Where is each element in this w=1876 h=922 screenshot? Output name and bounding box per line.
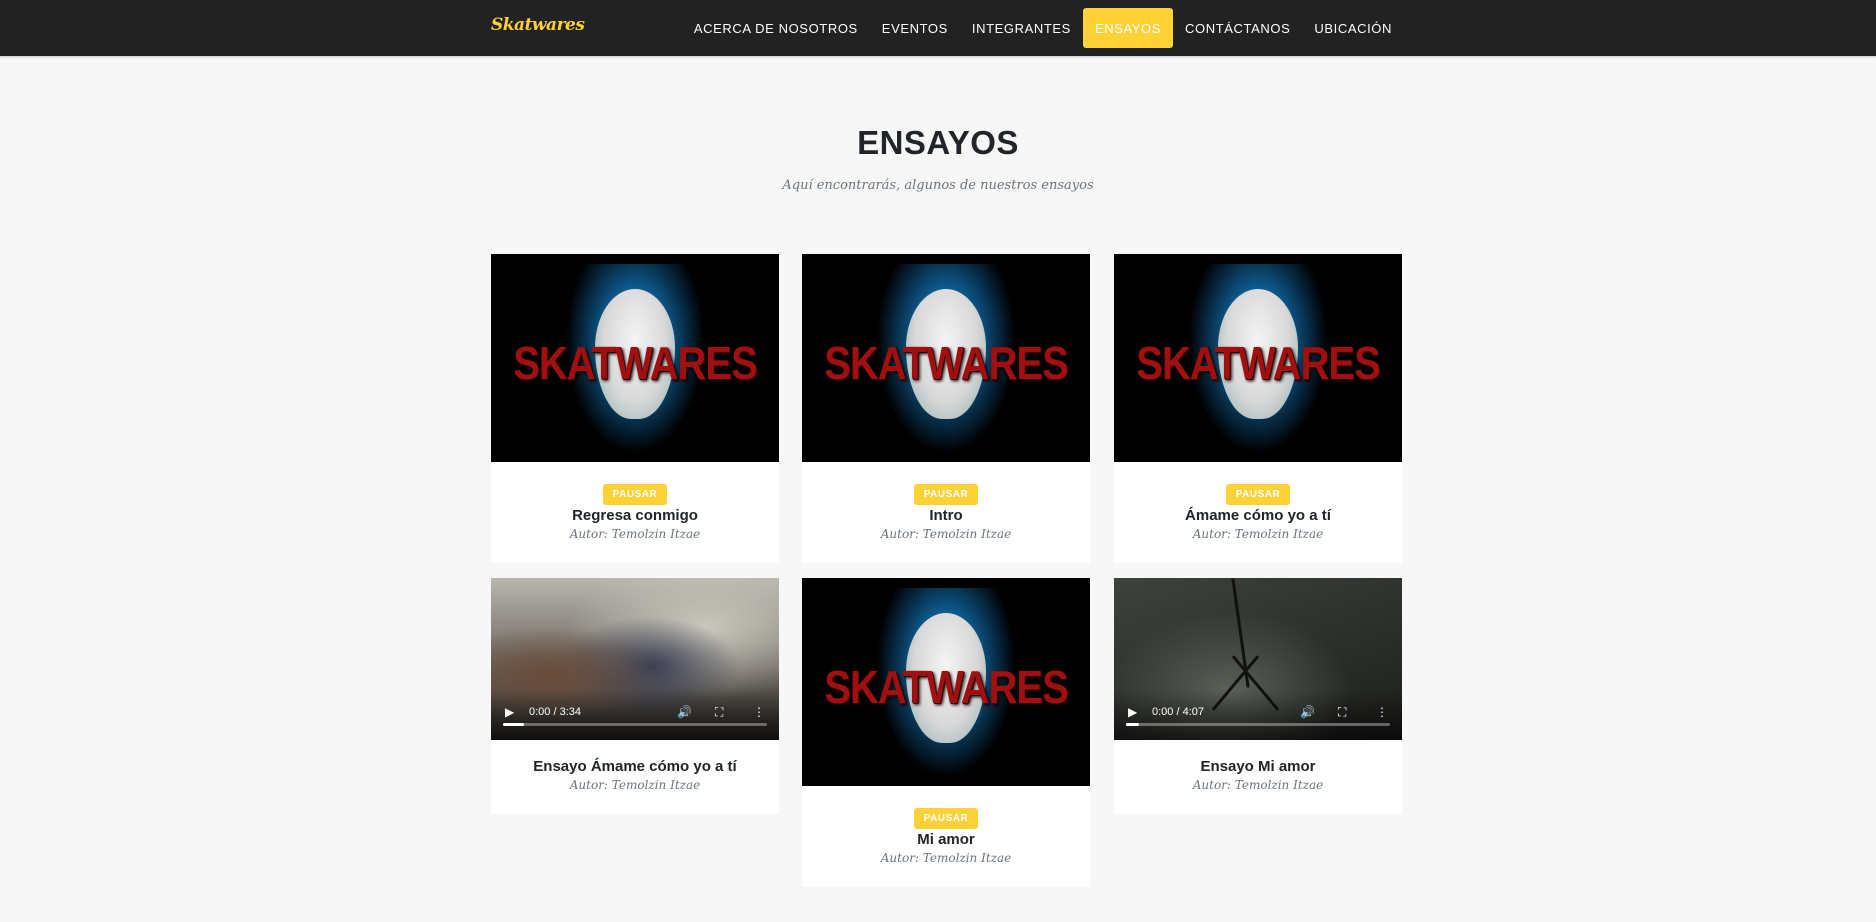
- logo-text: SKATWARES: [824, 662, 1069, 714]
- card-title: Intro: [929, 507, 963, 524]
- card-title: Ámame cómo yo a tí: [1185, 507, 1331, 524]
- card-body: PAUSAR Ámame cómo yo a tí Autor: Temolzi…: [1114, 462, 1402, 563]
- card-title: Mi amor: [917, 831, 975, 848]
- band-logo-image[interactable]: SKATWARES: [1114, 254, 1402, 462]
- more-vertical-icon[interactable]: ⋮: [1376, 705, 1388, 719]
- band-logo-image[interactable]: SKATWARES: [491, 254, 779, 462]
- section-title: ENSAYOS: [857, 124, 1019, 161]
- card-body: Ensayo Mi amor Autor: Temolzin Itzae: [1114, 740, 1402, 814]
- card-title: Ensayo Ámame cómo yo a tí: [533, 758, 737, 775]
- more-vertical-icon[interactable]: ⋮: [753, 705, 765, 719]
- section-subtitle: Aquí encontrarás, algunos de nuestros en…: [782, 178, 1094, 193]
- rehearsal-card: SKATWARES PAUSAR Intro Autor: Temolzin I…: [802, 254, 1090, 563]
- card-author: Autor: Temolzin Itzae: [880, 527, 1012, 541]
- band-logo-image[interactable]: SKATWARES: [802, 578, 1090, 786]
- video-controls: ▶ 0:00 / 3:34 🔊 ⛶ ⋮: [491, 690, 779, 740]
- nav-item-ubicacion[interactable]: Ubicación: [1302, 8, 1404, 48]
- pause-button[interactable]: PAUSAR: [913, 484, 979, 505]
- card-body: Ensayo Ámame cómo yo a tí Autor: Temolzi…: [491, 740, 779, 814]
- play-icon[interactable]: ▶: [505, 705, 514, 719]
- rehearsal-card: SKATWARES PAUSAR Ámame cómo yo a tí Auto…: [1114, 254, 1402, 563]
- nav-menu: Acerca de nosotros Eventos Integrantes E…: [682, 8, 1404, 48]
- nav-item-contactanos[interactable]: Contáctanos: [1173, 8, 1302, 48]
- nav-item-acerca[interactable]: Acerca de nosotros: [682, 8, 870, 48]
- video-player[interactable]: ▶ 0:00 / 3:34 🔊 ⛶ ⋮: [491, 578, 779, 740]
- nav-item-eventos[interactable]: Eventos: [870, 8, 960, 48]
- card-body: PAUSAR Regresa conmigo Autor: Temolzin I…: [491, 462, 779, 563]
- logo-text: SKATWARES: [1136, 338, 1381, 390]
- pause-button[interactable]: PAUSAR: [602, 484, 668, 505]
- video-time: 0:00 / 3:34: [529, 706, 581, 718]
- card-title: Ensayo Mi amor: [1200, 758, 1316, 775]
- video-time: 0:00 / 4:07: [1152, 706, 1204, 718]
- pause-button[interactable]: PAUSAR: [913, 808, 979, 829]
- brand-logo[interactable]: Skatwares: [491, 15, 585, 35]
- fullscreen-icon[interactable]: ⛶: [715, 705, 723, 720]
- video-progress[interactable]: [1126, 723, 1390, 726]
- video-card: ▶ 0:00 / 4:07 🔊 ⛶ ⋮ Ensayo Mi amor Autor…: [1114, 578, 1402, 814]
- rehearsal-card: SKATWARES PAUSAR Mi amor Autor: Temolzin…: [802, 578, 1090, 887]
- play-icon[interactable]: ▶: [1128, 705, 1137, 719]
- card-author: Autor: Temolzin Itzae: [569, 778, 701, 792]
- card-title: Regresa conmigo: [572, 507, 698, 524]
- card-author: Autor: Temolzin Itzae: [1192, 778, 1324, 792]
- video-card: ▶ 0:00 / 3:34 🔊 ⛶ ⋮ Ensayo Ámame cómo yo…: [491, 578, 779, 814]
- volume-icon[interactable]: 🔊: [677, 705, 692, 719]
- video-controls: ▶ 0:00 / 4:07 🔊 ⛶ ⋮: [1114, 690, 1402, 740]
- card-author: Autor: Temolzin Itzae: [1192, 527, 1324, 541]
- card-body: PAUSAR Intro Autor: Temolzin Itzae: [802, 462, 1090, 563]
- logo-text: SKATWARES: [824, 338, 1069, 390]
- pause-button[interactable]: PAUSAR: [1225, 484, 1291, 505]
- nav-item-ensayos[interactable]: Ensayos: [1082, 8, 1174, 48]
- card-author: Autor: Temolzin Itzae: [569, 527, 701, 541]
- volume-icon[interactable]: 🔊: [1300, 705, 1315, 719]
- nav-item-integrantes[interactable]: Integrantes: [960, 8, 1083, 48]
- video-player[interactable]: ▶ 0:00 / 4:07 🔊 ⛶ ⋮: [1114, 578, 1402, 740]
- card-author: Autor: Temolzin Itzae: [880, 851, 1012, 865]
- video-progress[interactable]: [503, 723, 767, 726]
- logo-text: SKATWARES: [513, 338, 758, 390]
- rehearsal-card: SKATWARES PAUSAR Regresa conmigo Autor: …: [491, 254, 779, 563]
- navbar: Skatwares Acerca de nosotros Eventos Int…: [0, 0, 1876, 56]
- card-body: PAUSAR Mi amor Autor: Temolzin Itzae: [802, 786, 1090, 887]
- band-logo-image[interactable]: SKATWARES: [802, 254, 1090, 462]
- fullscreen-icon[interactable]: ⛶: [1338, 705, 1346, 720]
